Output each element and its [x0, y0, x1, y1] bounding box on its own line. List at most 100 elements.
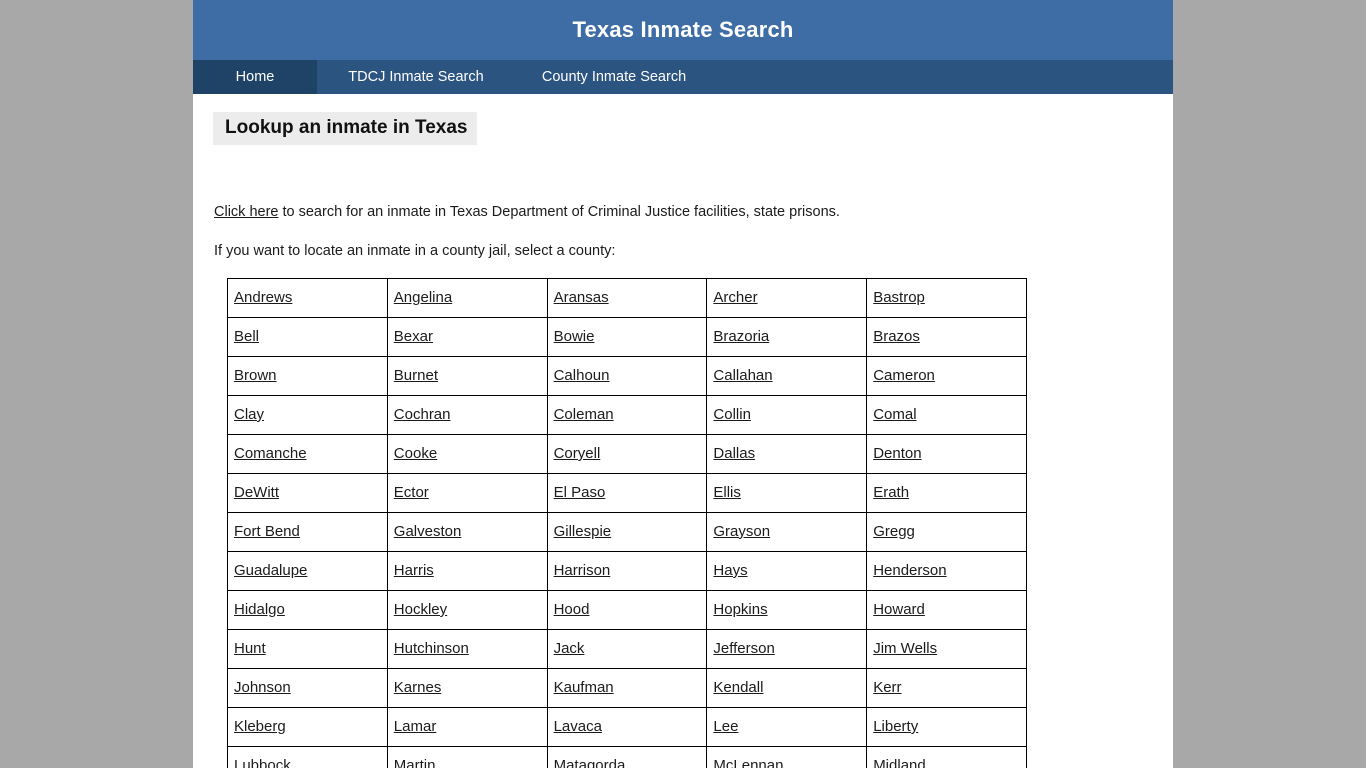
county-link[interactable]: Henderson — [873, 562, 946, 579]
county-cell: Comal — [866, 394, 1027, 435]
county-cell: Gillespie — [546, 511, 708, 552]
site-header: Texas Inmate Search — [193, 0, 1173, 60]
county-link[interactable]: Kerr — [873, 679, 901, 696]
county-link[interactable]: Comanche — [234, 445, 307, 462]
county-link[interactable]: Hays — [713, 562, 747, 579]
county-link[interactable]: Collin — [713, 406, 751, 423]
county-link[interactable]: Comal — [873, 406, 916, 423]
county-link[interactable]: Hutchinson — [394, 640, 469, 657]
county-link[interactable]: Bexar — [394, 328, 433, 345]
county-link[interactable]: Denton — [873, 445, 921, 462]
county-cell: Galveston — [386, 511, 548, 552]
main-navigation: Home TDCJ Inmate Search County Inmate Se… — [193, 60, 1173, 94]
county-link[interactable]: Bastrop — [873, 289, 925, 306]
county-link[interactable]: McLennan — [713, 757, 783, 768]
table-row: Guadalupe Harris Harrison Hays Henderson — [227, 550, 1027, 591]
county-link[interactable]: Hood — [554, 601, 590, 618]
county-link[interactable]: Aransas — [554, 289, 609, 306]
county-link[interactable]: Guadalupe — [234, 562, 307, 579]
table-row: Lubbock Martin Matagorda McLennan Midland — [227, 745, 1027, 768]
county-link[interactable]: Lavaca — [554, 718, 602, 735]
county-cell: DeWitt — [227, 472, 388, 513]
county-prompt-text: If you want to locate an inmate in a cou… — [214, 243, 616, 260]
county-link[interactable]: Ector — [394, 484, 429, 501]
county-cell: Kerr — [866, 667, 1027, 708]
county-link[interactable]: Angelina — [394, 289, 452, 306]
county-link[interactable]: Dallas — [713, 445, 755, 462]
county-cell: Calhoun — [546, 355, 708, 396]
county-link[interactable]: Brown — [234, 367, 277, 384]
county-link[interactable]: Hopkins — [713, 601, 767, 618]
county-cell: Andrews — [227, 277, 388, 318]
county-link[interactable]: Bowie — [554, 328, 595, 345]
county-link[interactable]: Liberty — [873, 718, 918, 735]
county-link[interactable]: Jefferson — [713, 640, 774, 657]
nav-item-home[interactable]: Home — [193, 60, 317, 94]
county-link[interactable]: Clay — [234, 406, 264, 423]
county-link[interactable]: Grayson — [713, 523, 770, 540]
county-link[interactable]: El Paso — [554, 484, 606, 501]
county-link[interactable]: Burnet — [394, 367, 438, 384]
county-link[interactable]: Coleman — [554, 406, 614, 423]
table-row: Kleberg Lamar Lavaca Lee Liberty — [227, 706, 1027, 747]
county-link[interactable]: Hockley — [394, 601, 447, 618]
county-link[interactable]: Howard — [873, 601, 925, 618]
county-link[interactable]: Harris — [394, 562, 434, 579]
table-row: Hidalgo Hockley Hood Hopkins Howard — [227, 589, 1027, 630]
county-cell: Callahan — [706, 355, 868, 396]
county-link[interactable]: Jack — [554, 640, 585, 657]
main-content: Lookup an inmate in Texas Click here to … — [193, 94, 1173, 768]
county-link[interactable]: Bell — [234, 328, 259, 345]
county-link[interactable]: Kaufman — [554, 679, 614, 696]
county-link[interactable]: Kendall — [713, 679, 763, 696]
county-link[interactable]: Brazoria — [713, 328, 769, 345]
county-link[interactable]: Kleberg — [234, 718, 286, 735]
county-link[interactable]: Andrews — [234, 289, 292, 306]
county-cell: Liberty — [866, 706, 1027, 747]
county-link[interactable]: Brazos — [873, 328, 920, 345]
county-cell: Johnson — [227, 667, 388, 708]
county-link[interactable]: DeWitt — [234, 484, 279, 501]
nav-item-county-inmate-search[interactable]: County Inmate Search — [515, 60, 713, 94]
county-cell: Ector — [386, 472, 548, 513]
county-link[interactable]: Callahan — [713, 367, 772, 384]
county-cell: Cochran — [386, 394, 548, 435]
county-cell: Brazos — [866, 316, 1027, 357]
county-cell: Howard — [866, 589, 1027, 630]
nav-item-tdcj-inmate-search[interactable]: TDCJ Inmate Search — [317, 60, 515, 94]
county-link[interactable]: Jim Wells — [873, 640, 937, 657]
county-cell: Bastrop — [866, 277, 1027, 318]
county-cell: Midland — [866, 745, 1027, 768]
county-cell: Archer — [706, 277, 868, 318]
county-link[interactable]: Calhoun — [554, 367, 610, 384]
county-link[interactable]: Fort Bend — [234, 523, 300, 540]
county-link[interactable]: Lamar — [394, 718, 437, 735]
county-link[interactable]: Gillespie — [554, 523, 612, 540]
county-link[interactable]: Coryell — [554, 445, 601, 462]
county-cell: McLennan — [706, 745, 868, 768]
county-link[interactable]: Hidalgo — [234, 601, 285, 618]
county-link[interactable]: Galveston — [394, 523, 462, 540]
county-link[interactable]: Hunt — [234, 640, 266, 657]
county-link[interactable]: Cochran — [394, 406, 451, 423]
county-link[interactable]: Johnson — [234, 679, 291, 696]
county-link[interactable]: Karnes — [394, 679, 442, 696]
county-link[interactable]: Midland — [873, 757, 926, 768]
county-link[interactable]: Archer — [713, 289, 757, 306]
county-link[interactable]: Lubbock — [234, 757, 291, 768]
section-heading: Lookup an inmate in Texas — [213, 112, 478, 145]
county-link[interactable]: Ellis — [713, 484, 741, 501]
county-link[interactable]: Cooke — [394, 445, 437, 462]
county-links-table: Andrews Angelina Aransas Archer Bastrop Bell B… — [227, 277, 1027, 768]
county-link[interactable]: Martin — [394, 757, 436, 768]
county-link[interactable]: Matagorda — [554, 757, 626, 768]
tdcj-click-here-link[interactable]: Click here — [214, 204, 278, 220]
tdcj-line-rest: to search for an inmate in Texas Departm… — [278, 203, 840, 220]
county-link[interactable]: Gregg — [873, 523, 915, 540]
county-cell: Guadalupe — [227, 550, 388, 591]
county-link[interactable]: Erath — [873, 484, 909, 501]
county-link[interactable]: Lee — [713, 718, 738, 735]
county-link[interactable]: Cameron — [873, 367, 935, 384]
county-link[interactable]: Harrison — [554, 562, 611, 579]
table-row: Bell Bexar Bowie Brazoria Brazos — [227, 316, 1027, 357]
